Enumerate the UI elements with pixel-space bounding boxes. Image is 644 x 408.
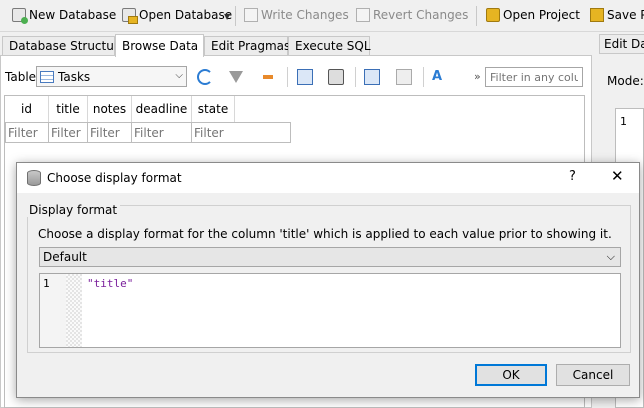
- filter-id-input[interactable]: [5, 122, 49, 143]
- database-icon: [27, 170, 41, 186]
- new-database-icon: [12, 8, 28, 24]
- toolbar-separator: [423, 67, 424, 87]
- refresh-icon[interactable]: [197, 69, 213, 85]
- tab-edit-pragmas[interactable]: Edit Pragmas: [204, 36, 290, 56]
- grid-header-row: id title notes deadline state: [5, 96, 235, 122]
- filter-deadline-input[interactable]: [132, 122, 192, 143]
- find-replace-icon[interactable]: A: [432, 69, 448, 85]
- print-icon[interactable]: [328, 69, 344, 85]
- close-icon[interactable]: ✕: [611, 167, 624, 185]
- display-format-dialog: Choose display format ? ✕ Display format…: [16, 162, 640, 398]
- display-format-value: Default: [43, 250, 87, 264]
- toolbar-separator: [287, 67, 288, 87]
- open-database-button[interactable]: Open Database: [122, 4, 232, 26]
- open-database-dropdown-icon[interactable]: ▼: [224, 12, 230, 21]
- editor-line-number: 1: [620, 115, 627, 128]
- clear-sorting-icon[interactable]: [260, 69, 276, 85]
- dialog-description: Choose a display format for the column '…: [38, 227, 612, 241]
- filter-notes-input[interactable]: [88, 122, 132, 143]
- new-database-button[interactable]: New Database: [12, 4, 116, 26]
- dialog-title: Choose display format: [47, 171, 182, 185]
- write-changes-icon: [244, 8, 258, 22]
- column-header-id[interactable]: id: [5, 96, 49, 122]
- tab-edit-data-cell[interactable]: Edit Dat: [599, 34, 644, 54]
- open-project-icon: [486, 8, 500, 22]
- line-number: 1: [43, 277, 50, 290]
- filter-state-input[interactable]: [192, 122, 291, 143]
- toolbar-separator: [355, 67, 356, 87]
- open-project-button[interactable]: Open Project: [486, 4, 580, 26]
- mode-label: Mode:: [607, 74, 644, 88]
- save-project-icon: [590, 8, 604, 22]
- cancel-button[interactable]: Cancel: [556, 364, 630, 386]
- toolbar-separator: [235, 6, 236, 26]
- tab-browse-data[interactable]: Browse Data: [115, 34, 204, 57]
- display-format-select[interactable]: Default ⌵: [39, 247, 621, 267]
- delete-record-icon[interactable]: [396, 69, 412, 85]
- main-toolbar: New Database Open Database ▼ Write Chang…: [0, 0, 644, 32]
- fold-margin: [66, 274, 82, 347]
- column-header-state[interactable]: state: [192, 96, 235, 122]
- filter-any-column-input[interactable]: [485, 67, 583, 87]
- write-changes-button[interactable]: Write Changes: [244, 4, 349, 26]
- tab-database-structure[interactable]: Database Structure: [2, 36, 126, 56]
- revert-changes-button[interactable]: Revert Changes: [356, 4, 468, 26]
- column-header-deadline[interactable]: deadline: [132, 96, 192, 122]
- table-select[interactable]: Tasks ⌵: [36, 66, 187, 87]
- table-select-value: Tasks: [58, 69, 91, 84]
- insert-record-icon[interactable]: [364, 69, 380, 85]
- format-code-text: "title": [87, 277, 134, 290]
- ok-button[interactable]: OK: [475, 364, 547, 386]
- help-button[interactable]: ?: [569, 169, 576, 184]
- table-label: Table:: [5, 70, 41, 84]
- format-code-editor[interactable]: 1 "title": [39, 273, 621, 348]
- clear-filters-icon[interactable]: [229, 71, 243, 83]
- tab-execute-sql[interactable]: Execute SQL: [288, 36, 371, 56]
- revert-changes-icon: [356, 8, 370, 22]
- open-database-icon: [122, 8, 138, 24]
- toolbar-separator: [476, 6, 477, 26]
- chevron-down-icon: ⌵: [606, 250, 615, 263]
- chevron-down-icon: ⌵: [175, 70, 183, 81]
- save-table-icon[interactable]: [297, 69, 313, 85]
- overflow-chevron-icon[interactable]: »: [474, 70, 481, 83]
- column-header-title[interactable]: title: [49, 96, 88, 122]
- save-project-button[interactable]: Save Pr: [590, 4, 644, 26]
- filter-title-input[interactable]: [49, 122, 88, 143]
- filter-row: [5, 122, 291, 143]
- column-header-notes[interactable]: notes: [88, 96, 132, 122]
- table-icon: [40, 70, 54, 83]
- dialog-title-bar: Choose display format ? ✕: [17, 163, 639, 193]
- group-title: Display format: [26, 203, 121, 217]
